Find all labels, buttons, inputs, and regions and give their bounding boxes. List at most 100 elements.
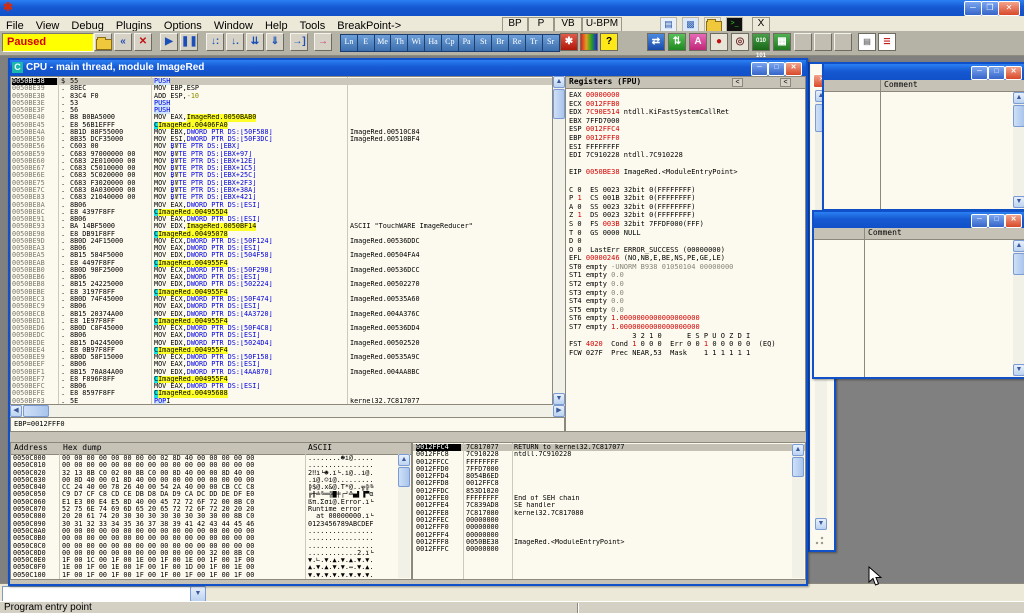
column-header-comment[interactable]: Comment: [865, 228, 1024, 240]
disasm-row[interactable]: 0050BE40.B8 B0BA5000MOV EAX,ImageRed.005…: [11, 114, 552, 121]
binary-icon[interactable]: 010101: [752, 33, 770, 51]
updown-icon[interactable]: ⇅: [668, 33, 686, 51]
scroll-left-button[interactable]: ◀: [10, 405, 22, 417]
disasm-row[interactable]: 0050BEAB.E8 4497F8FFCALL ImageRed.004955…: [11, 260, 552, 267]
disasm-row[interactable]: 0050BE3B.83C4 F0ADD ESP,-10: [11, 93, 552, 100]
plugin-button-ubpm[interactable]: U-BPM: [582, 17, 622, 32]
stack-row[interactable]: 0012FFE0FFFFFFFFEnd of SEH chain: [413, 495, 805, 502]
minimize-button[interactable]: ─: [964, 1, 982, 16]
stack-row[interactable]: 0012FFD48054B6ED: [413, 473, 805, 480]
appearance-icon[interactable]: [580, 33, 598, 51]
disasm-row[interactable]: 0050BE38$55PUSH EBP: [11, 78, 552, 85]
disasm-row[interactable]: 0050BEE4.E8 0B97F8FFCALL ImageRed.004955…: [11, 347, 552, 354]
register-line[interactable]: FST 4020 Cond 1 0 0 0 Err 0 0 1 0 0 0 0 …: [566, 340, 805, 349]
disasm-row[interactable]: 0050BEF7.E8 F896F8FFCALL ImageRed.004955…: [11, 376, 552, 383]
dump-vscrollbar[interactable]: ▲: [398, 454, 410, 578]
register-line[interactable]: ST5 empty 0.0: [566, 306, 805, 315]
scroll-down-button[interactable]: ▼: [815, 518, 827, 530]
scroll-down-button[interactable]: ▼: [553, 393, 565, 405]
step-over-button[interactable]: ↓.: [226, 33, 244, 51]
log-report-icon[interactable]: ▤: [858, 33, 876, 51]
register-line[interactable]: ESP 0012FFC4: [566, 125, 805, 134]
cpu-window-title-bar[interactable]: CCPU - main thread, module ImageRed ─ □ …: [10, 60, 806, 76]
disasm-row[interactable]: 0050BEB6.8B06MOV EAX,DWORD PTR DS:[ESI]: [11, 274, 552, 281]
stack-row[interactable]: 0012FFE47C839AD8SE handler: [413, 502, 805, 509]
stack-row[interactable]: 0012FFFC00000000: [413, 546, 805, 553]
main-title-bar[interactable]: ✱ ─ ❐ ✕: [0, 0, 1024, 16]
command-input[interactable]: [2, 586, 192, 602]
console-icon[interactable]: >_: [726, 17, 743, 32]
register-line[interactable]: 3 2 1 0 E S P U O Z D I: [566, 332, 805, 341]
disasm-row[interactable]: 0050BED1.E8 1E97F8FFCALL ImageRed.004955…: [11, 318, 552, 325]
dump-row[interactable]: 0050C0A000 00 00 00 00 00 00 00 00 00 00…: [11, 528, 411, 535]
scroll-thumb[interactable]: [792, 457, 804, 477]
register-line[interactable]: ST6 empty 1.0000000000000000000: [566, 314, 805, 323]
disasm-row[interactable]: 0050BE4A.8B1D 88F55000MOV EBX,DWORD PTR …: [11, 129, 552, 136]
register-line[interactable]: ST2 empty 0.0: [566, 280, 805, 289]
comment-window-middle-scrollbar[interactable]: ▲ ▼: [1013, 240, 1024, 376]
scroll-up-button[interactable]: ▲: [398, 454, 410, 466]
spiral-icon[interactable]: ◎: [731, 33, 749, 51]
maximize-button[interactable]: □: [988, 214, 1005, 228]
column-header-blank[interactable]: [814, 228, 865, 240]
disasm-row[interactable]: 0050BE3F.56PUSH ESI: [11, 107, 552, 114]
disasm-row[interactable]: 0050BEA5.8B15 584F5000MOV EDX,DWORD PTR …: [11, 252, 552, 259]
disasm-row[interactable]: 0050BE59.C683 97000000 00MOV BYTE PTR DS…: [11, 151, 552, 158]
scroll-right-button[interactable]: ▶: [553, 405, 565, 417]
disasm-row[interactable]: 0050BEC3.8B0D 74F45000MOV ECX,DWORD PTR …: [11, 296, 552, 303]
dump-row[interactable]: 0050C0B000 00 00 00 00 00 00 00 00 00 00…: [11, 535, 411, 542]
close-button[interactable]: ✕: [1005, 214, 1022, 228]
register-line[interactable]: T 0 GS 0000 NULL: [566, 229, 805, 238]
comment-window-top-title-bar[interactable]: ─ □ ✕: [824, 64, 1024, 80]
registers-back-button2[interactable]: <: [780, 78, 791, 87]
swap-arrows-icon[interactable]: ⇄: [647, 33, 665, 51]
pane-button-wi[interactable]: Wi: [407, 34, 425, 52]
dump-row[interactable]: 0050C1001F 00 1F 00 1F 00 1F 00 1F 00 1F…: [11, 572, 411, 579]
disasm-row[interactable]: 0050BE7C.C683 8A030000 00MOV BYTE PTR DS…: [11, 187, 552, 194]
register-line[interactable]: EBP 0012FFF0: [566, 134, 805, 143]
register-line[interactable]: EFL 00000246 (NO,NB,E,BE,NS,PE,GE,LE): [566, 254, 805, 263]
scroll-thumb[interactable]: [1013, 253, 1024, 275]
scroll-thumb[interactable]: [23, 405, 49, 417]
disasm-row[interactable]: 0050BE56.C603 00MOV BYTE PTR DS:[EBX],0: [11, 143, 552, 150]
scroll-thumb[interactable]: [398, 467, 410, 487]
command-dropdown-button[interactable]: ▼: [190, 586, 206, 602]
plugin-button-vb[interactable]: VB: [554, 17, 582, 32]
scroll-down-button[interactable]: ▼: [1013, 196, 1024, 208]
cpu-window[interactable]: CCPU - main thread, module ImageRed ─ □ …: [8, 58, 808, 586]
stack-vscrollbar[interactable]: ▲: [792, 444, 804, 578]
pane-button-th[interactable]: Th: [390, 34, 408, 52]
maximize-button[interactable]: □: [768, 62, 785, 76]
disasm-row[interactable]: 0050BEEF.8B06MOV EAX,DWORD PTR DS:[ESI]: [11, 361, 552, 368]
dump-row[interactable]: 0050C02032 13 8B C0 02 00 8B C0 00 8D 40…: [11, 470, 411, 477]
pane-button-me[interactable]: Me: [374, 34, 392, 52]
close-button[interactable]: ✕: [998, 1, 1020, 16]
disasm-row[interactable]: 0050BEDE.8B15 D4245000MOV EDX,DWORD PTR …: [11, 340, 552, 347]
pane-button-cp[interactable]: Cp: [441, 34, 459, 52]
close-button[interactable]: ✕: [785, 62, 802, 76]
register-line[interactable]: ESI FFFFFFFF: [566, 143, 805, 152]
stack-row[interactable]: 0012FFF000000000: [413, 524, 805, 531]
notepad-icon[interactable]: ▤: [660, 17, 677, 32]
register-line[interactable]: EDX 7C90E514 ntdll.KiFastSystemCallRet: [566, 108, 805, 117]
stack-row[interactable]: 0012FFDC853D1020: [413, 488, 805, 495]
comment-window-top[interactable]: ─ □ ✕ Comment ▲ ▼: [822, 62, 1024, 211]
folder-icon[interactable]: [704, 17, 721, 32]
registers-pane-header[interactable]: Registers (FPU): [566, 77, 805, 89]
stack-pane[interactable]: 0012FFC47C817077RETURN to kernel32.7C817…: [412, 442, 806, 580]
disasm-row[interactable]: 0050BEFE.E8 8597F8FFCALL ImageRed.004956…: [11, 390, 552, 397]
step-into-button[interactable]: ↓:: [206, 33, 224, 51]
registers-back-button[interactable]: <: [732, 78, 743, 87]
go-to-address-button[interactable]: →: [314, 33, 332, 51]
dump-row[interactable]: 0050C03000 8D 40 00 01 8D 40 00 00 00 00…: [11, 477, 411, 484]
plugin-button-p[interactable]: P: [528, 17, 554, 32]
stack-row[interactable]: 0012FFC47C817077RETURN to kernel32.7C817…: [413, 444, 805, 451]
stack-row[interactable]: 0012FFE87C817080kernel32.7C817080: [413, 510, 805, 517]
pane-button-ln[interactable]: Ln: [340, 34, 358, 52]
register-line[interactable]: FCW 027F Prec NEAR,53 Mask 1 1 1 1 1 1: [566, 349, 805, 358]
dump-row[interactable]: 0050C07052 75 6E 74 69 6D 65 20 65 72 72…: [11, 506, 411, 513]
disasm-row[interactable]: 0050BEFC.8B06MOV EAX,DWORD PTR DS:[ESI]: [11, 383, 552, 390]
register-line[interactable]: EIP 0050BE38 ImageRed.<ModuleEntryPoint>: [566, 168, 805, 177]
scroll-up-button[interactable]: ▲: [1013, 92, 1024, 104]
disasm-row[interactable]: 0050BE83.C683 21040000 00MOV BYTE PTR DS…: [11, 194, 552, 201]
